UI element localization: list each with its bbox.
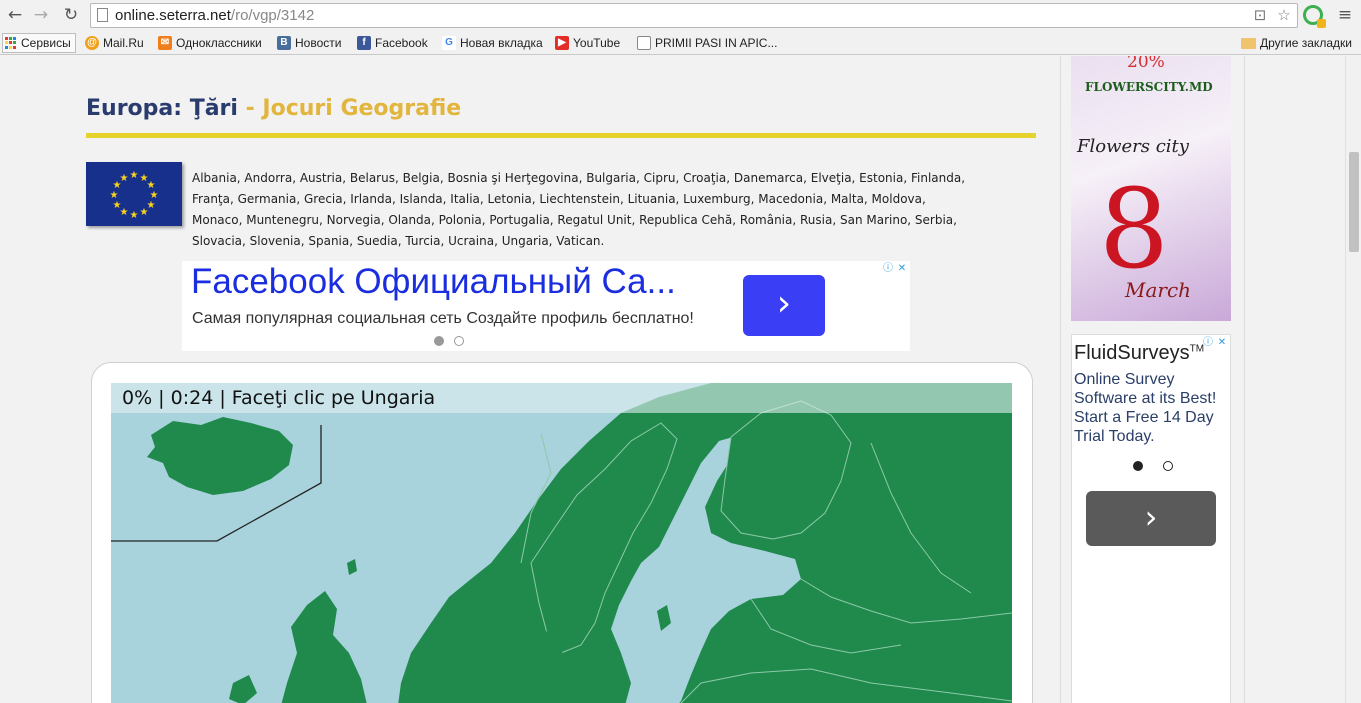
countries-list: Albania, Andorra, Austria, Belarus, Belg… (192, 171, 966, 248)
iceland-country[interactable] (147, 417, 293, 495)
browser-toolbar: ← → ↻ online.seterra.net/ro/vgp/3142 ⊡ ☆… (0, 0, 1361, 31)
svg-text:★: ★ (140, 207, 149, 218)
bookmarks-bar: Сервисы @ Mail.Ru ✉ Одноклассники B Ново… (0, 31, 1361, 55)
bookmark-apps[interactable]: Сервисы (2, 33, 76, 53)
ok-icon: ✉ (158, 36, 172, 50)
page-content: Europa: Ţări - Jocuri Geografie ★ ★ ★ ★ ★ ★ … (0, 56, 1345, 703)
ad-discount[interactable]: 20% (1127, 56, 1165, 72)
bookmark-star-icon[interactable]: ☆ (1275, 6, 1293, 24)
address-bar[interactable]: online.seterra.net/ro/vgp/3142 ⊡ ☆ (90, 3, 1298, 28)
adchoices-icon[interactable]: ⓘ (1202, 337, 1214, 349)
back-arrow-icon[interactable]: ← (4, 4, 26, 26)
ad-go-button[interactable]: › (743, 275, 825, 336)
ad-month[interactable]: March (1125, 278, 1191, 302)
extension-icon[interactable] (1303, 5, 1326, 28)
ad-carousel-dot[interactable] (1133, 461, 1143, 471)
ad-close-icon[interactable]: ✕ (1216, 337, 1228, 349)
ireland-country[interactable] (229, 675, 257, 703)
forward-arrow-icon[interactable]: → (30, 4, 52, 26)
page-subtitle: - Jocuri Geografie (237, 96, 462, 121)
mailru-icon: @ (85, 36, 99, 50)
svg-text:★: ★ (130, 210, 139, 221)
scrollbar-thumb[interactable] (1349, 152, 1359, 252)
ad-description[interactable]: Самая популярная социальная сеть Создайт… (192, 310, 694, 328)
bookmark-mailru[interactable]: @ Mail.Ru (85, 34, 144, 52)
ad-title[interactable]: FluidSurveysTM (1074, 342, 1204, 365)
facebook-icon: f (357, 36, 371, 50)
page-scrollbar[interactable] (1345, 56, 1361, 703)
ad-brand[interactable]: FLOWERSCITY.MD (1085, 80, 1213, 94)
google-icon: G (442, 36, 456, 50)
folder-icon (1241, 37, 1256, 49)
ad-carousel-dot[interactable] (434, 336, 444, 346)
svg-text:★: ★ (120, 173, 129, 184)
bookmark-odnoklassniki[interactable]: ✉ Одноклассники (158, 34, 262, 52)
bookmark-facebook[interactable]: f Facebook (357, 34, 428, 52)
ad-carousel-dot[interactable] (1163, 461, 1173, 471)
page-title: Europa: Ţări - Jocuri Geografie (86, 96, 462, 121)
ad-go-button[interactable]: › (1086, 491, 1216, 546)
great-britain-country[interactable] (279, 591, 369, 703)
page-icon (637, 36, 651, 50)
column-divider (1060, 56, 1061, 703)
ad-close-icon[interactable]: ✕ (896, 263, 908, 275)
fluidsurveys-ad[interactable]: FluidSurveysTM ⓘ ✕ Online Survey Softwar… (1071, 334, 1231, 703)
bookmark-new-tab[interactable]: G Новая вкладка (442, 34, 543, 52)
bookmark-youtube[interactable]: ▶ YouTube (555, 34, 620, 52)
translate-icon[interactable]: ⊡ (1251, 6, 1269, 24)
bookmark-primii-pasi[interactable]: PRIMII PASI IN APIC... (637, 34, 777, 52)
ad-script-text[interactable]: Flowers city (1077, 136, 1189, 157)
youtube-icon: ▶ (555, 36, 569, 50)
reload-icon[interactable]: ↻ (60, 4, 82, 26)
bookmark-novosti[interactable]: B Новости (277, 34, 341, 52)
menu-icon[interactable]: ≡ (1336, 5, 1354, 25)
eu-flag-image: ★ ★ ★ ★ ★ ★ ★ ★ ★ ★ ★ ★ (86, 162, 182, 226)
game-status-bar: 0% | 0:24 | Faceţi clic pe Ungaria (111, 383, 1012, 413)
adchoices-icon[interactable]: ⓘ (882, 263, 894, 275)
europe-map-svg[interactable] (111, 383, 1012, 703)
ad-body[interactable]: Online Survey Software at its Best! Star… (1074, 370, 1230, 446)
column-divider (1244, 56, 1245, 703)
flowerscity-ad[interactable]: 20% FLOWERSCITY.MD Flowers city 8 March (1071, 56, 1231, 321)
apps-icon (5, 37, 17, 49)
europe-map[interactable]: 0% | 0:24 | Faceţi clic pe Ungaria (111, 383, 1012, 703)
page-icon (97, 8, 108, 22)
shetland-island (347, 559, 357, 575)
page-title-block: Europa: Ţări - Jocuri Geografie (86, 96, 1036, 138)
eu-stars-icon: ★ ★★ ★★★ ★★★ ★★★ (110, 170, 159, 221)
ad-headline[interactable]: Facebook Официальный Са... (191, 262, 676, 302)
svg-text:★: ★ (110, 190, 119, 201)
vk-icon: B (277, 36, 291, 50)
ad-digit[interactable]: 8 (1099, 174, 1169, 284)
url-text[interactable]: online.seterra.net/ro/vgp/3142 (115, 7, 314, 24)
ad-carousel-dot[interactable] (454, 336, 464, 346)
svg-text:★: ★ (113, 200, 122, 211)
facebook-ad-banner[interactable]: Facebook Официальный Са... Самая популяр… (182, 261, 910, 351)
bookmark-other[interactable]: Другие закладки (1241, 34, 1352, 52)
svg-text:★: ★ (130, 170, 139, 181)
